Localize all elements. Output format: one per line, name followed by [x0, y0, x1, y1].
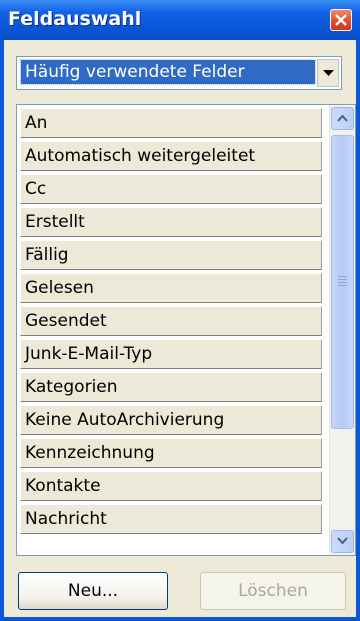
- field-item[interactable]: Junk-E-Mail-Typ: [20, 339, 322, 369]
- delete-button[interactable]: Löschen: [200, 572, 346, 610]
- field-item[interactable]: Kennzeichnung: [20, 438, 322, 468]
- grip-line: [338, 282, 347, 283]
- scroll-down-button[interactable]: [331, 530, 354, 553]
- dropdown-button[interactable]: [317, 59, 339, 87]
- field-item[interactable]: Kategorien: [20, 372, 322, 402]
- field-list-items: An Automatisch weitergeleitet Cc Erstellt Fä…: [17, 105, 323, 537]
- close-icon: [335, 14, 347, 26]
- field-category-value: Häufig verwendete Felder: [20, 59, 316, 85]
- field-item[interactable]: Gesendet: [20, 306, 322, 336]
- scroll-up-button[interactable]: [331, 107, 354, 130]
- chevron-down-icon: [337, 537, 348, 545]
- field-item[interactable]: Fällig: [20, 240, 322, 270]
- field-item[interactable]: Keine AutoArchivierung: [20, 405, 322, 435]
- field-category-select[interactable]: Häufig verwendete Felder: [16, 56, 342, 90]
- field-item[interactable]: Nachricht: [20, 504, 322, 534]
- chevron-down-icon: [323, 70, 334, 76]
- grip-line: [338, 279, 347, 280]
- grip-line: [338, 276, 347, 277]
- window-title: Feldauswahl: [8, 8, 142, 30]
- field-item[interactable]: Kontakte: [20, 471, 322, 501]
- field-item[interactable]: An: [20, 108, 322, 138]
- new-button[interactable]: Neu...: [18, 572, 168, 610]
- close-button[interactable]: [330, 9, 352, 31]
- title-bar[interactable]: Feldauswahl: [0, 0, 360, 40]
- field-list[interactable]: An Automatisch weitergeleitet Cc Erstellt Fä…: [16, 104, 356, 556]
- vertical-scrollbar[interactable]: [329, 105, 355, 555]
- field-item[interactable]: Cc: [20, 174, 322, 204]
- chevron-up-icon: [337, 114, 348, 122]
- field-item[interactable]: Gelesen: [20, 273, 322, 303]
- scroll-thumb[interactable]: [331, 135, 354, 429]
- grip-line: [338, 285, 347, 286]
- field-item[interactable]: Automatisch weitergeleitet: [20, 141, 322, 171]
- field-chooser-window: Feldauswahl Häufig verwendete Felder An A…: [0, 0, 360, 621]
- field-item[interactable]: Erstellt: [20, 207, 322, 237]
